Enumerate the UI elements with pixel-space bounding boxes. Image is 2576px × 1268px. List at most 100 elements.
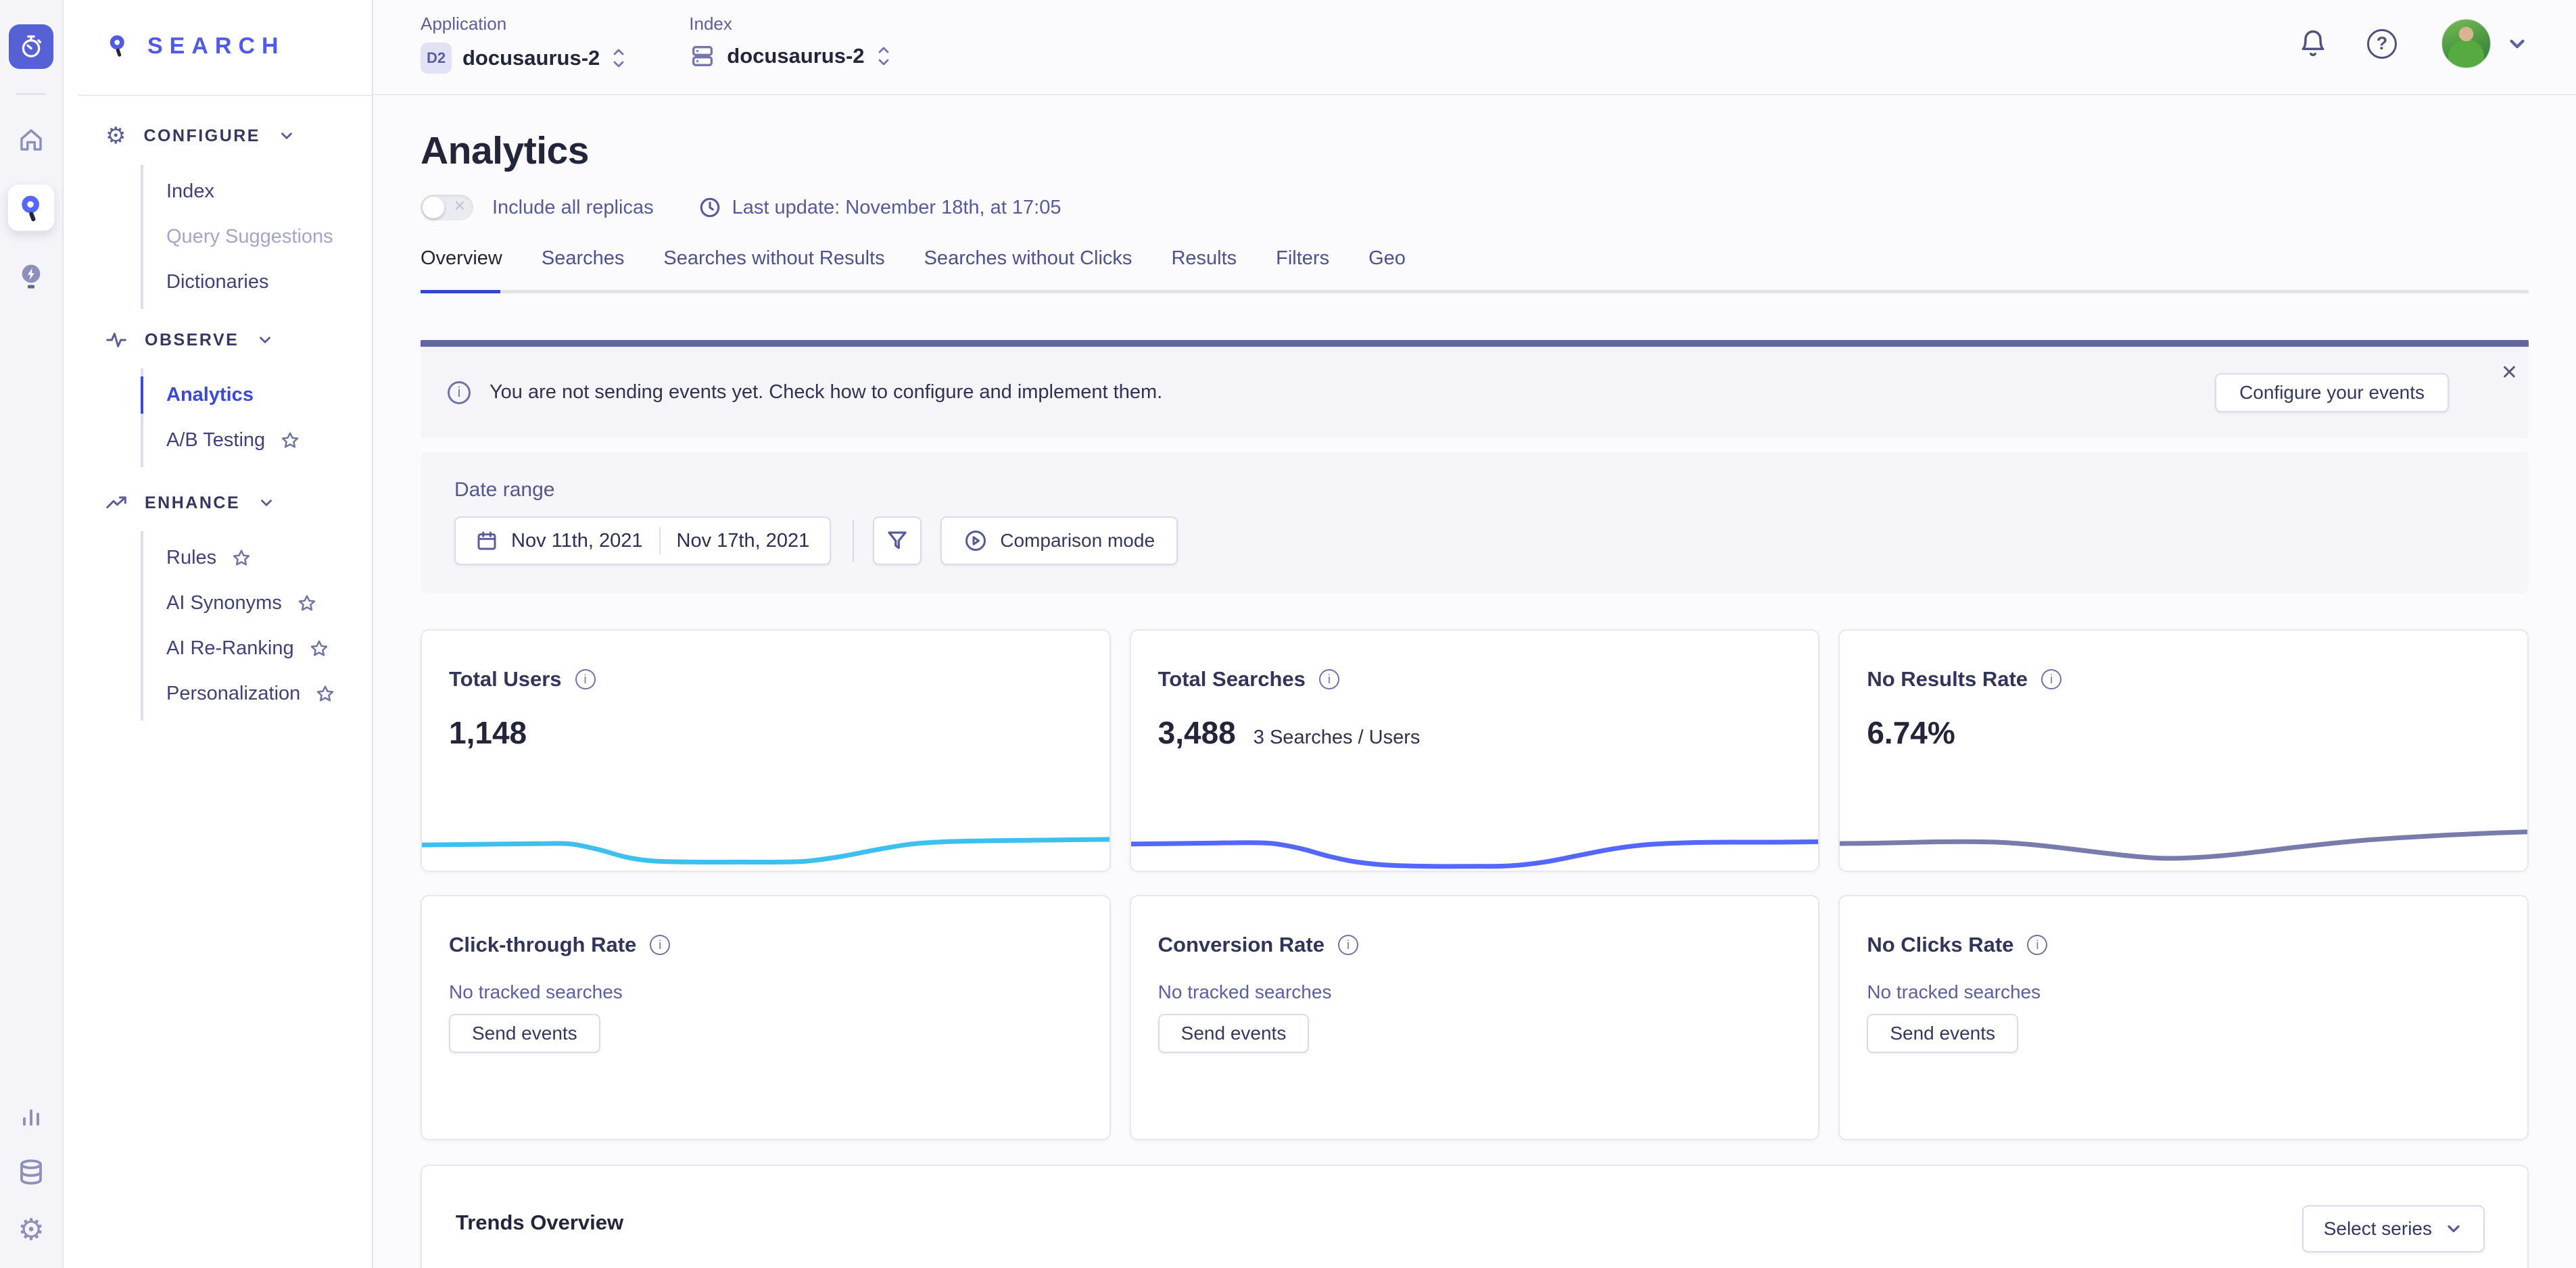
section-observe-header[interactable]: OBSERVE [105,329,356,351]
select-series-label: Select series [2324,1218,2432,1240]
empty-state-text: No tracked searches [1158,981,1792,1003]
sidebar-divider [78,95,372,96]
top-header: Application D2 docusaurus-2 Index docusa… [373,0,2576,95]
include-replicas-toggle[interactable]: ✕ [421,195,473,220]
total-searches-card: Total Searches i 3,488 3 Searches / User… [1130,629,1820,872]
chevron-down-icon [256,331,274,349]
info-icon[interactable]: i [1319,669,1339,689]
sidebar-item-ai-re-ranking[interactable]: AI Re-Ranking [166,626,356,671]
sidebar-item-personalization[interactable]: Personalization [166,671,356,716]
sidebar-item-rules[interactable]: Rules [166,535,356,581]
last-update: Last update: November 18th, at 17:05 [698,196,1062,219]
gear-icon: ⚙ [18,1215,44,1245]
star-icon[interactable] [231,548,252,568]
send-events-button[interactable]: Send events [1867,1014,2018,1053]
sidebar-item-ab-testing[interactable]: A/B Testing [166,418,356,463]
help-button[interactable]: ? [2367,29,2397,59]
notifications-button[interactable] [2298,29,2328,59]
filter-button[interactable] [873,516,922,565]
usage-nav-item[interactable] [18,1102,45,1129]
home-nav-item[interactable] [17,126,45,154]
search-nav-item-active[interactable] [7,184,55,231]
comparison-mode-button[interactable]: Comparison mode [940,516,1178,565]
app-rail: ⚙ [0,0,64,1268]
index-server-icon [689,43,716,70]
tab-filters[interactable]: Filters [1276,247,1329,289]
section-enhance-header[interactable]: ENHANCE [105,492,356,514]
account-menu-button[interactable] [2506,32,2529,55]
no-results-rate-sparkline [1838,776,2529,871]
card-title: Total Searches [1158,667,1306,691]
activity-icon [105,329,127,351]
info-icon[interactable]: i [2027,935,2047,955]
tab-results[interactable]: Results [1171,247,1237,289]
configure-events-button[interactable]: Configure your events [2215,373,2449,412]
sidebar-item-label: Rules [166,547,216,569]
metric-value: 3,488 [1158,714,1236,751]
application-badge: D2 [421,43,452,74]
database-icon [17,1157,45,1187]
index-selector[interactable]: docusaurus-2 [689,43,891,70]
sidebar-item-dictionaries[interactable]: Dictionaries [166,260,356,305]
tab-searches-without-clicks[interactable]: Searches without Clicks [924,247,1132,289]
rail-divider [16,93,46,95]
gear-icon: ⚙ [105,124,126,147]
sidebar-item-query-suggestions[interactable]: Query Suggestions [166,214,356,260]
index-selector-group: Index docusaurus-2 [689,14,891,74]
comparison-mode-label: Comparison mode [1000,530,1155,552]
select-series-button[interactable]: Select series [2302,1205,2485,1252]
info-icon[interactable]: i [575,669,596,689]
replicas-toggle-label: Include all replicas [492,197,654,219]
sidebar-item-ai-synonyms[interactable]: AI Synonyms [166,581,356,626]
tab-searches[interactable]: Searches [542,247,625,289]
end-date: Nov 17th, 2021 [677,530,810,552]
send-events-button[interactable]: Send events [449,1014,600,1053]
lightbulb-flash-icon [18,262,45,292]
search-product-logo[interactable]: SEARCH [105,32,285,59]
chevron-down-icon [2444,1219,2463,1238]
star-icon[interactable] [315,684,335,704]
sidebar-item-index[interactable]: Index [166,169,356,214]
section-label: OBSERVE [145,331,239,350]
tab-geo[interactable]: Geo [1368,247,1406,289]
search-pin-logo-icon [105,32,130,59]
settings-nav-item[interactable]: ⚙ [18,1215,44,1245]
date-range-panel: Date range Nov 11th, 2021 Nov 17th, 2021… [421,452,2529,593]
tab-overview[interactable]: Overview [421,247,502,289]
chevron-down-icon [2506,32,2529,55]
product-sidebar: SEARCH ⚙ CONFIGURE Index Query Suggestio… [64,0,373,1268]
info-icon[interactable]: i [1338,935,1358,955]
recommend-nav-item[interactable] [18,262,45,292]
trends-overview-card: Trends Overview Select series [421,1165,2529,1268]
section-label: ENHANCE [145,493,240,513]
data-nav-item[interactable] [17,1157,45,1187]
timer-app-icon[interactable] [9,24,53,69]
date-range-picker[interactable]: Nov 11th, 2021 Nov 17th, 2021 [454,516,831,565]
close-icon[interactable]: ✕ [2501,363,2518,383]
tab-searches-without-results[interactable]: Searches without Results [663,247,884,289]
star-icon[interactable] [309,639,329,659]
info-icon[interactable]: i [650,935,670,955]
avatar[interactable] [2441,19,2491,68]
sidebar-item-analytics[interactable]: Analytics [166,372,356,418]
chevron-down-icon [278,127,295,145]
sort-chevrons-icon [611,46,627,70]
metrics-row-1: Total Users i 1,148 Total Searches i 3,4… [421,629,2529,872]
events-banner: i You are not sending events yet. Check … [421,340,2529,438]
star-icon[interactable] [280,431,300,451]
info-icon: i [448,381,471,404]
index-value: docusaurus-2 [727,44,864,68]
application-value: docusaurus-2 [462,46,600,70]
send-events-button[interactable]: Send events [1158,1014,1310,1053]
application-selector[interactable]: D2 docusaurus-2 [421,43,627,74]
star-icon[interactable] [297,593,317,614]
search-pin-icon [16,193,46,222]
section-configure-header[interactable]: ⚙ CONFIGURE [105,124,356,147]
sort-chevrons-icon [876,44,892,68]
info-icon[interactable]: i [2041,669,2061,689]
sidebar-item-label: Analytics [166,384,254,406]
toggle-knob [423,197,444,218]
tabs-underline-track [421,290,2529,293]
trends-overview-title: Trends Overview [456,1211,623,1235]
sidebar-item-label: AI Re-Ranking [166,637,294,660]
